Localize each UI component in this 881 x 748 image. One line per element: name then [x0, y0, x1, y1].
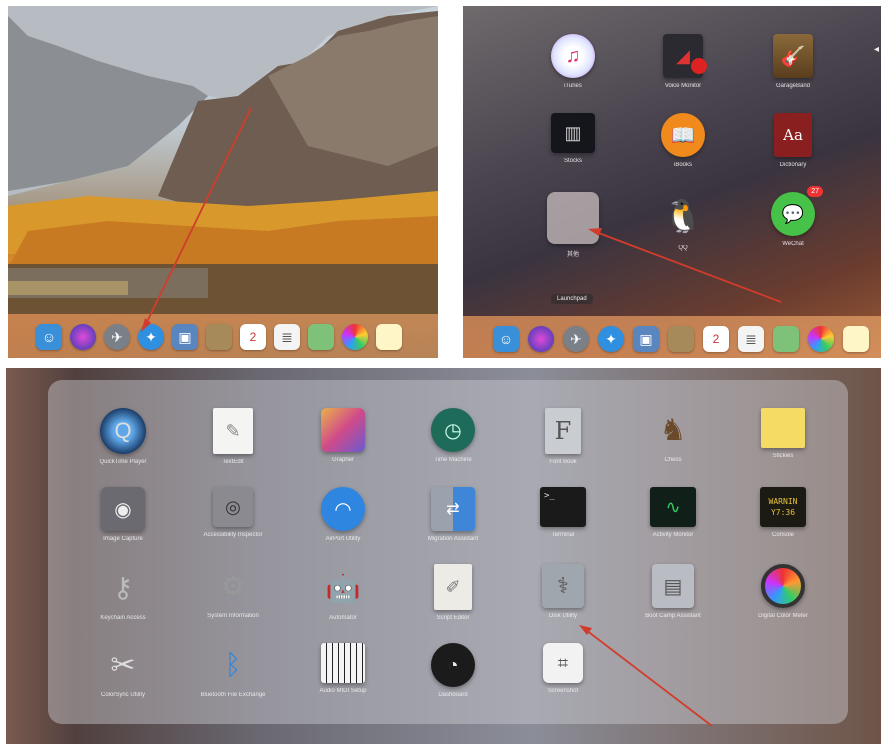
launchpad-screenshot: ◂ ♫ iTunes ◢ Voice Monitor 🎸 GarageBand … [463, 6, 881, 358]
annotation-arrow [579, 625, 713, 727]
desktop-screenshot: ☺ ✈ ✦ ▣ 2 ≣ [8, 6, 438, 358]
annotation-arrow [588, 228, 782, 303]
other-folder-screenshot: Q QuickTime Player ✎ TextEdit Grapher ◷ … [6, 368, 881, 744]
annotation-arrow [141, 107, 252, 332]
